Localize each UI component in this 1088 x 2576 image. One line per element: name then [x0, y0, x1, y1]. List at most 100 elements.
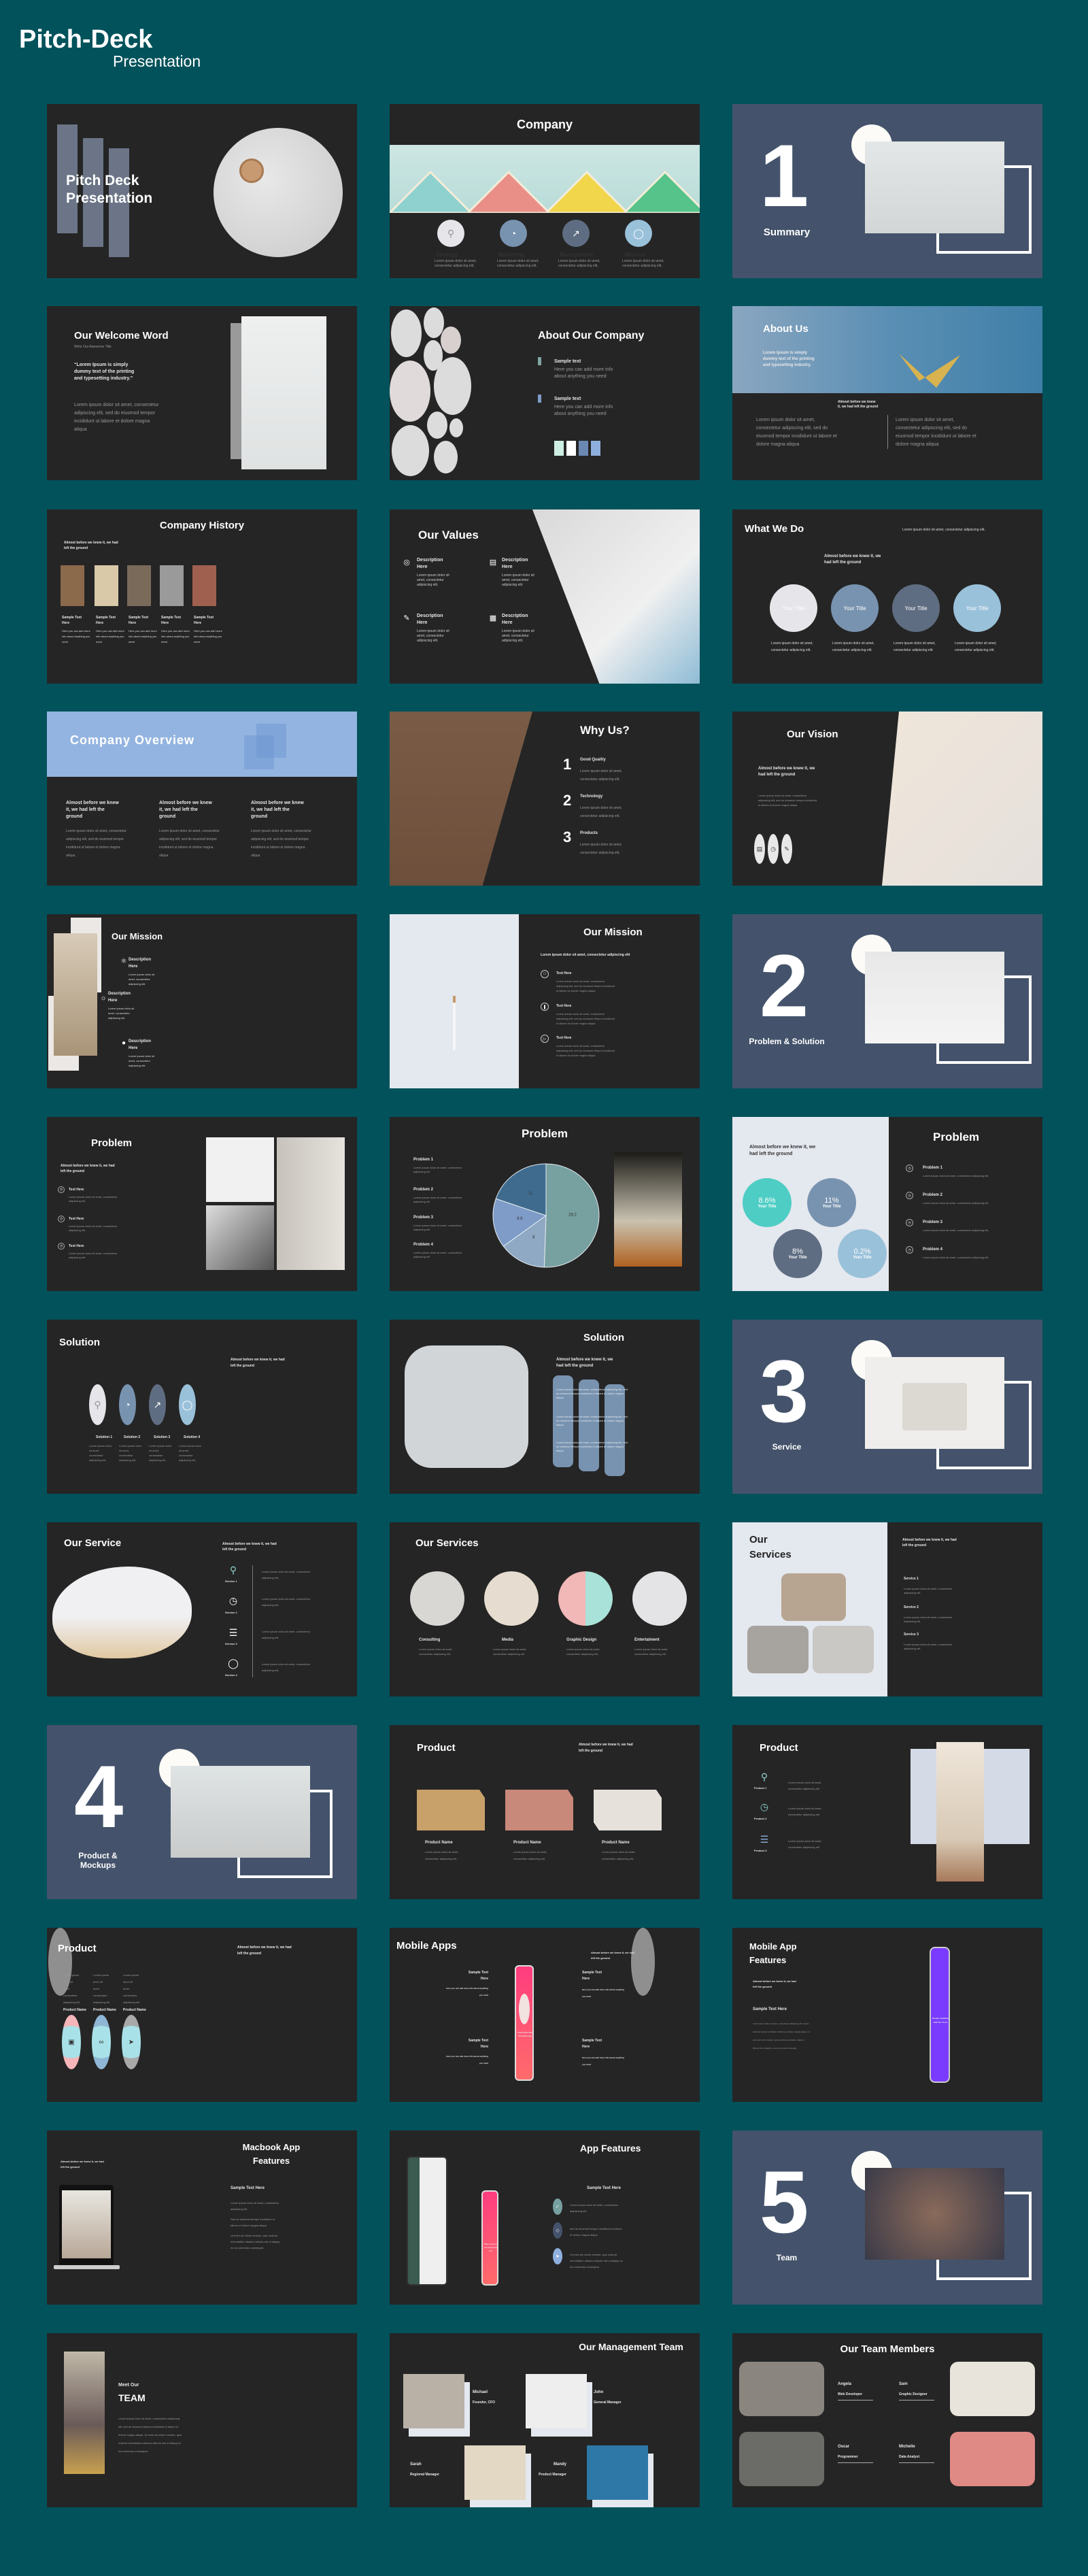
ground-text: Almost before we knew it, we had left th…	[231, 1358, 285, 1368]
slide-mission-2[interactable]: Our Mission Lorem ipsum dolor sit amet, …	[390, 914, 700, 1088]
item-text: Lorem ipsum dolor sit amet, consectetur …	[129, 973, 155, 986]
slide-product-2[interactable]: Product ⚲ Product 1 Lorem ipsum dolor si…	[732, 1725, 1042, 1899]
member-photo	[526, 2374, 587, 2428]
lightbulb-icon: ◯	[179, 1384, 196, 1425]
slide-product-3[interactable]: Product Almost before we knew it, we had…	[47, 1928, 357, 2102]
bullet-text: Ut enim ad minim veniam, quis nostrud ex…	[231, 2234, 280, 2249]
stat-label: Your Title	[788, 1256, 807, 1260]
slide-section-1[interactable]: 1 Summary	[732, 104, 1042, 278]
slide-about-company[interactable]: About Our Company Sample text Here you c…	[390, 306, 700, 480]
member-photo	[403, 2374, 464, 2428]
laptop-mockup	[59, 2185, 114, 2266]
item-text: Lorem ipsum dolor sit amet, consectetur …	[413, 1251, 462, 1258]
slide-heading: Our Management Team	[579, 2341, 683, 2352]
slide-section-4[interactable]: 4 Product & Mockups	[47, 1725, 357, 1899]
stat-circle: 11% Your Title	[807, 1178, 856, 1227]
item-text: Here you can add more info about anythin…	[62, 629, 90, 643]
slide-values[interactable]: Our Values ◎ Description Here Lorem ipsu…	[390, 509, 700, 684]
item-text: Lorem ipsum dolor sit amet, consectetur …	[413, 1196, 462, 1203]
bullet-text: Lorem ipsum dolor sit amet, consectetur …	[556, 1441, 628, 1452]
slide-heading: Mobile App Features	[749, 1941, 797, 1965]
slide-company-overview[interactable]: Company Overview Almost before we knew i…	[47, 712, 357, 886]
slide-our-services-1[interactable]: Our Services Consulting Media Graphic De…	[390, 1522, 700, 1696]
ground-text: Almost before we knew it, we had left th…	[753, 1979, 796, 1988]
slide-section-2[interactable]: 2 Problem & Solution	[732, 914, 1042, 1088]
member-name: Angela	[838, 2382, 852, 2386]
slide-company[interactable]: Company ⚲ ◔ ↗ ◯ Strategy Marketing Manag…	[390, 104, 700, 278]
section-label: Service	[772, 1442, 802, 1452]
slide-our-service[interactable]: Our Service Almost before we knew it, we…	[47, 1522, 357, 1696]
item-text: Lorem ipsum dolor sit amet, consectetur …	[580, 769, 622, 782]
clock-icon: ◷	[58, 1186, 65, 1193]
chart-icon: ↗	[149, 1384, 166, 1425]
slide-problem-pie[interactable]: Problem Problem 1 Lorem ipsum dolor sit …	[390, 1117, 700, 1291]
item-text: Lorem ipsum dolor sit amet, consectetur …	[556, 1012, 615, 1025]
slide-app-features[interactable]: App Features Take a tour to see how easy…	[390, 2130, 700, 2305]
slide-about-us[interactable]: About Us Lorem Ipsum is simply dummy tex…	[732, 306, 1042, 480]
photo-presentation	[54, 933, 97, 1056]
slide-problem-stats[interactable]: Almost before we knew it, we had left th…	[732, 1117, 1042, 1291]
photo-circle	[391, 310, 422, 357]
item-label: Product Name	[93, 2008, 116, 2012]
clock-icon: ◷	[906, 1219, 913, 1226]
phone-mockup: Design Anything with Our Tools	[930, 1947, 950, 2083]
item-text: Lorem ipsum dolor sit amet, consectetur …	[923, 1228, 989, 1232]
send-icon: ➤	[553, 2248, 562, 2264]
member-name: John	[594, 2390, 604, 2394]
slide-why-us[interactable]: Why Us? 1 Good Quality Lorem ipsum dolor…	[390, 712, 700, 886]
item-text: Lorem ipsum dolor sit amet, consectetur …	[262, 1570, 311, 1579]
item-text: Lorem ipsum dolor sit amet, consectetur …	[602, 1850, 636, 1860]
slide-management-team[interactable]: Our Management Team Michael Founder, CFO…	[390, 2333, 700, 2507]
slide-mission-1[interactable]: Our Mission ⚛ Description Here Lorem ips…	[47, 914, 357, 1088]
item-text: Lorem ipsum dolor sit amet, consectetur …	[497, 259, 539, 268]
edit-icon: ✎	[781, 834, 792, 864]
slide-heading: Problem	[933, 1131, 980, 1143]
history-photo	[95, 565, 118, 606]
slide-solution-2[interactable]: Solution Almost before we knew it, we ha…	[390, 1320, 700, 1494]
slide-what-we-do[interactable]: What We Do Lorem ipsum dolor sit amet, c…	[732, 509, 1042, 684]
slide-section-3[interactable]: 3 Service	[732, 1320, 1042, 1494]
slide-mobile-apps[interactable]: Mobile Apps Almost before we knew it, we…	[390, 1928, 700, 2102]
slide-macbook-features[interactable]: Macbook App Features Almost before we kn…	[47, 2130, 357, 2305]
item-text: Lorem ipsum dolor sit amet, consectetur …	[413, 1166, 462, 1173]
glasses-icon: ∞	[92, 2015, 111, 2069]
item-text: Lorem ipsum dolor sit amet, consectetur …	[417, 629, 449, 643]
slide-our-services-2[interactable]: Our Services Almost before we knew it, w…	[732, 1522, 1042, 1696]
history-photo	[192, 565, 216, 606]
stopwatch-icon: ◷	[760, 1801, 769, 1812]
slide-section-5[interactable]: 5 Team	[732, 2130, 1042, 2305]
slide-heading: About Our Company	[538, 330, 645, 341]
divider	[252, 1565, 253, 1677]
photo-paper-boat	[732, 306, 1042, 393]
bullet-text: Lorem ipsum dolor sit amet, consectetur …	[556, 1388, 628, 1399]
chart-title: Problem	[521, 1127, 568, 1140]
lightbulb-icon: ◯	[228, 1657, 239, 1669]
column-text: Lorem ipsum dolor sit amet, consectetur …	[251, 829, 311, 858]
stat-value: 11%	[824, 1197, 839, 1205]
pause-icon: ❚	[541, 1003, 549, 1011]
phone-mockup: Track Data with the handy app	[515, 1965, 534, 2081]
item-text: Lorem ipsum dolor sit amet, consectetur …	[904, 1616, 953, 1623]
photo-circle	[392, 425, 429, 476]
stat-circle: 0.2% Your Title	[838, 1229, 887, 1278]
slide-title[interactable]: Pitch Deck Presentation	[47, 104, 357, 278]
circle-item: Your Title	[770, 584, 817, 632]
item-text: Lorem ipsum dolor sit amet, consectetur …	[580, 843, 622, 855]
item-text: Here you can add more info about anythin…	[129, 629, 157, 643]
slide-history[interactable]: Company History Almost before we knew it…	[47, 509, 357, 684]
item-text: Lorem ipsum dolor sit amet, consectetur …	[894, 641, 936, 652]
slide-solution-1[interactable]: Solution Almost before we knew it, we ha…	[47, 1320, 357, 1494]
slide-vision[interactable]: Our Vision Almost before we knew it, we …	[732, 712, 1042, 886]
slide-team-members[interactable]: Our Team Members Angela Web Developer Sa…	[732, 2333, 1042, 2507]
slide-mobile-features[interactable]: Mobile App Features Almost before we kne…	[732, 1928, 1042, 2102]
slide-product-1[interactable]: Product Almost before we knew it, we had…	[390, 1725, 700, 1899]
item-text: Here you can add more info about anythin…	[446, 2055, 488, 2064]
divider	[887, 415, 888, 449]
item-label: Sample Text Here	[129, 616, 149, 625]
slide-problem-1[interactable]: Problem Almost before we knew it, we had…	[47, 1117, 357, 1291]
slide-meet-team[interactable]: Meet Our TEAM Lorem ipsum dolor sit amet…	[47, 2333, 357, 2507]
chart-icon: ↗	[562, 220, 590, 247]
member-name: Michelle	[899, 2445, 915, 2449]
slide-welcome[interactable]: Our Welcome Word Write Our Awesome Title…	[47, 306, 357, 480]
item-text: Lorem ipsum dolor sit amet, consectetur …	[149, 1444, 172, 1462]
